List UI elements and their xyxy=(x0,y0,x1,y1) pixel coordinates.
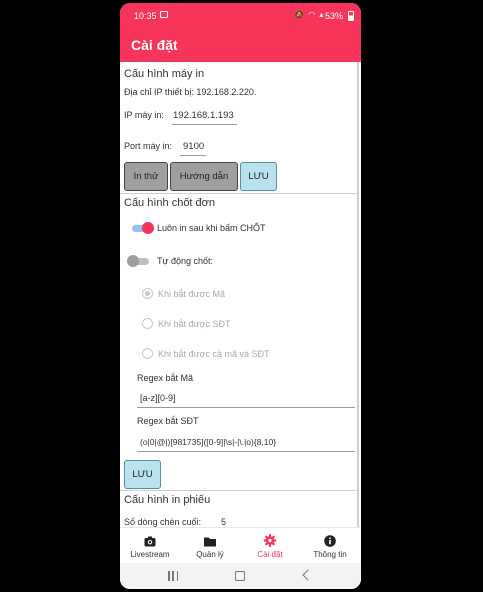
radio-catch-code-label: Khi bắt được Mã xyxy=(158,289,225,299)
slip-config-title: Cấu hình in phiếu xyxy=(124,494,211,506)
regex-code-label: Regex bắt Mã xyxy=(137,373,194,383)
printer-port-input[interactable]: 9100 xyxy=(183,141,204,152)
auto-close-label: Tự động chốt: xyxy=(157,256,214,266)
printer-config-title: Cấu hình máy in xyxy=(124,68,205,80)
blank-lines-input[interactable]: 5 xyxy=(221,517,226,527)
regex-phone-input[interactable]: (o|0|@|)[981735]([0-9]|\s|-|\.|o){8,10} xyxy=(140,437,276,447)
radio-catch-code[interactable] xyxy=(142,288,153,299)
phone-screen: 10:35 🔕 ◠ ▴ 53% Cài đặt Cấu hình máy in … xyxy=(120,3,361,589)
page-title: Cài đặt xyxy=(131,37,178,53)
toggle-knob xyxy=(127,255,139,267)
nav-info[interactable]: Thông tin xyxy=(300,528,360,564)
nav-settings-label: Cài đặt xyxy=(257,550,283,559)
recents-icon[interactable] xyxy=(168,571,178,581)
printer-ip-label: IP máy in: xyxy=(124,110,164,120)
nav-settings[interactable]: Cài đặt xyxy=(240,528,300,564)
blank-lines-label: Số dòng chèn cuối: xyxy=(124,517,202,527)
test-print-button[interactable]: In thử xyxy=(124,162,168,191)
settings-content[interactable]: Cấu hình máy in Địa chỉ IP thiết bị: 192… xyxy=(120,62,361,527)
back-icon[interactable] xyxy=(302,569,314,581)
auto-close-toggle[interactable] xyxy=(127,255,149,267)
radio-catch-phone[interactable] xyxy=(142,318,153,329)
bottom-nav: Livestream Quản lý Cài đặt Thông tin xyxy=(120,527,361,563)
status-time: 10:35 xyxy=(134,11,157,21)
printer-port-label: Port máy in: xyxy=(124,141,173,151)
printer-ip-input[interactable]: 192.168.1.193 xyxy=(173,110,234,121)
battery-percent: 53% xyxy=(325,11,344,21)
radio-catch-both-label: Khi bắt được cả mã và SĐT xyxy=(158,349,270,359)
nav-manage[interactable]: Quản lý xyxy=(180,528,240,564)
nav-livestream-label: Livestream xyxy=(130,550,170,559)
status-bar: 10:35 🔕 ◠ ▴ 53% xyxy=(120,3,361,27)
signal-icon: ▴ xyxy=(319,10,325,19)
printer-ip-underline xyxy=(172,124,237,125)
status-system-icons: 🔕 ◠ ▴ xyxy=(294,10,324,19)
always-print-toggle[interactable] xyxy=(132,222,154,234)
printer-port-underline xyxy=(180,155,206,156)
app-bar: Cài đặt xyxy=(120,27,361,62)
battery-icon xyxy=(348,11,354,21)
home-icon[interactable] xyxy=(235,571,245,581)
regex-phone-label: Regex bắt SĐT xyxy=(137,416,199,426)
section-divider xyxy=(120,193,357,194)
system-nav-bar xyxy=(120,563,361,589)
image-notification-icon xyxy=(160,11,168,18)
regex-code-underline xyxy=(137,407,355,408)
toggle-knob xyxy=(142,222,154,234)
regex-phone-underline xyxy=(137,451,355,452)
wifi-icon: ◠ xyxy=(308,10,317,19)
always-print-label: Luôn in sau khi bấm CHỐT xyxy=(157,223,266,233)
nav-info-label: Thông tin xyxy=(313,550,347,559)
device-ip-text: Địa chỉ IP thiết bị: 192.168.2.220. xyxy=(124,87,257,97)
mute-icon: 🔕 xyxy=(294,10,305,19)
regex-code-input[interactable]: [a-z][0-9] xyxy=(140,393,176,403)
printer-save-button[interactable]: LƯU xyxy=(240,162,277,191)
section-divider xyxy=(120,490,357,491)
order-config-title: Cấu hình chốt đơn xyxy=(124,197,215,209)
scroll-divider xyxy=(357,62,359,527)
nav-manage-label: Quản lý xyxy=(196,550,224,559)
nav-livestream[interactable]: Livestream xyxy=(120,528,180,564)
radio-catch-phone-label: Khi bắt được SĐT xyxy=(158,319,231,329)
radio-catch-both[interactable] xyxy=(142,348,153,359)
guide-button[interactable]: Hướng dẫn xyxy=(170,162,238,191)
order-save-button[interactable]: LƯU xyxy=(124,460,161,489)
